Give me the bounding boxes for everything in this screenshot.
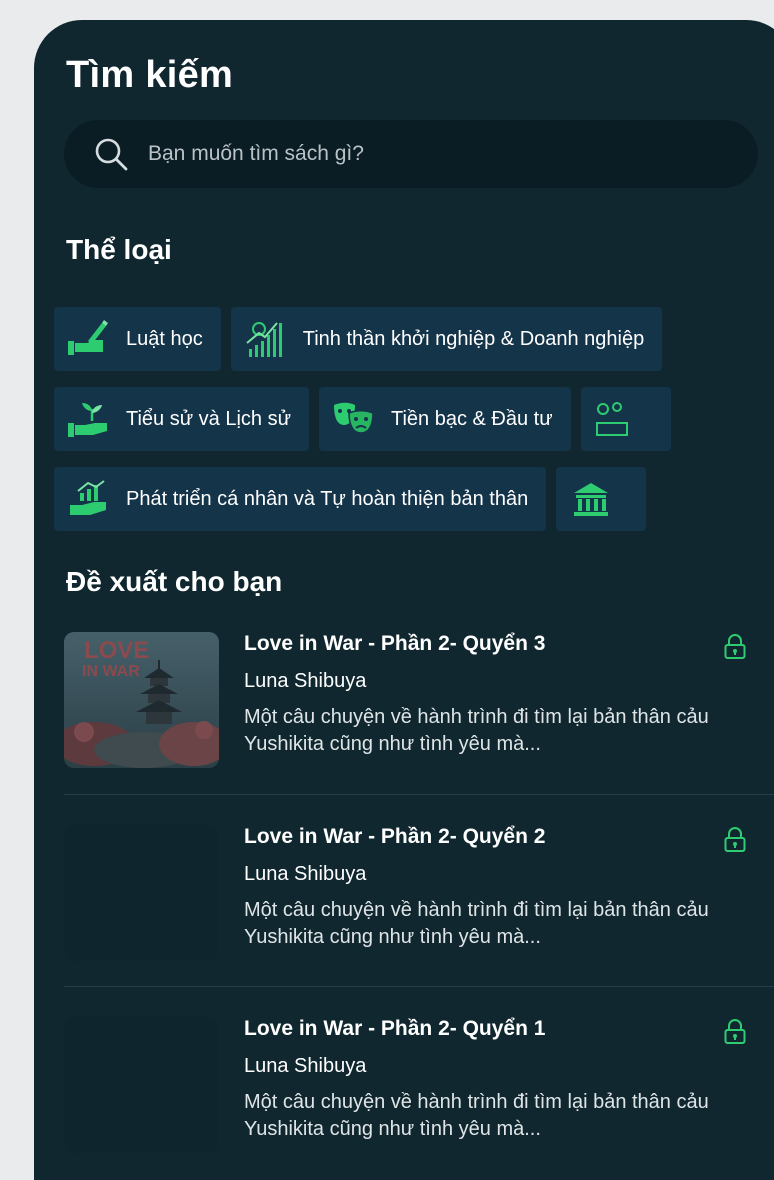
plant-hand-icon [68,403,107,437]
book-author: Luna Shibuya [244,1055,367,1077]
divider [64,794,774,795]
people-icon [595,402,628,436]
book-item[interactable]: Love in War - Phần 2- Quyển 1 Luna Shibu… [64,1017,774,1180]
book-item[interactable]: LOVE IN WAR Love in War - Phần 2- Quyển … [64,632,774,802]
book-description: Một câu chuyện về hành trình đi tìm lại … [244,1091,709,1140]
book-cover [64,1017,219,1153]
lock-icon [724,1019,746,1044]
category-label: Tiền bạc & Đầu tư [390,407,553,430]
category-chip-biography[interactable]: Tiểu sử và Lịch sử [54,387,309,451]
cover-subtitle: IN WAR [82,663,140,680]
category-label: Tiểu sử và Lịch sử [126,407,291,430]
book-description: Một câu chuyện về hành trình đi tìm lại … [244,899,709,948]
book-author: Luna Shibuya [244,670,367,692]
lock-icon [724,827,746,852]
categories-heading: Thể loại [66,234,172,265]
recommend-heading: Đề xuất cho bạn [66,566,283,597]
government-building-icon [574,483,609,516]
category-chip-personal-growth[interactable]: Phát triển cá nhân và Tự hoàn thiện bản … [54,467,547,531]
lock-icon [724,634,746,659]
search-bar[interactable] [64,120,758,188]
category-label: Phát triển cá nhân và Tự hoàn thiện bản … [126,487,529,510]
divider [64,986,774,987]
category-chip-government[interactable] [556,467,647,531]
category-label: Tinh thần khởi nghiệp & Doanh nghiệp [302,327,645,350]
category-chip-people[interactable] [580,387,671,451]
page-title: Tìm kiếm [66,54,234,96]
personal-growth-icon [70,480,106,515]
app-screen: Tìm kiếm Thể loại Luật học [34,20,774,1180]
law-hand-pen-icon [68,320,108,355]
category-chip-law[interactable]: Luật học [54,307,221,371]
category-label: Luật học [126,327,203,350]
book-title: Love in War - Phần 2- Quyển 3 [244,632,546,655]
book-title: Love in War - Phần 2- Quyển 1 [244,1017,546,1040]
cover-title: LOVE [84,637,149,664]
book-item[interactable]: Love in War - Phần 2- Quyển 2 Luna Shibu… [64,825,774,995]
book-title: Love in War - Phần 2- Quyển 2 [244,825,546,848]
category-chip-money[interactable]: Tiền bạc & Đầu tư [318,387,571,451]
category-row-2: Tiểu sử và Lịch sử Tiền bạc & Đầu tư [54,387,671,451]
growth-chart-icon [246,322,282,357]
book-author: Luna Shibuya [244,863,367,885]
search-input[interactable] [148,142,708,166]
category-row-1: Luật học Tinh thần khởi nghiệp & Doanh n… [54,307,663,371]
book-cover [64,825,219,961]
book-description: Một câu chuyện về hành trình đi tìm lại … [244,706,709,755]
category-row-3: Phát triển cá nhân và Tự hoàn thiện bản … [54,467,647,531]
book-cover: LOVE IN WAR [64,632,219,768]
category-chip-entrepreneurship[interactable]: Tinh thần khởi nghiệp & Doanh nghiệp [230,307,663,371]
theater-masks-icon [333,402,374,434]
search-icon [95,138,128,171]
